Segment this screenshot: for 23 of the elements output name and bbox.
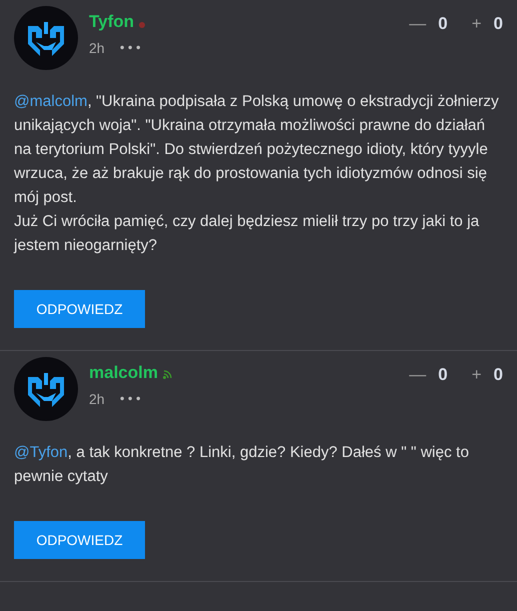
post-time: 2h xyxy=(89,40,105,56)
downvote-button[interactable]: — xyxy=(407,365,428,385)
reply-button[interactable]: ODPOWIEDZ xyxy=(14,521,145,559)
reply-button[interactable]: ODPOWIEDZ xyxy=(14,290,145,328)
upvote-count: 0 xyxy=(494,365,503,385)
downvote-button[interactable]: — xyxy=(407,14,428,34)
upvote-button[interactable]: + xyxy=(470,14,484,34)
upvote-button[interactable]: + xyxy=(470,365,484,385)
downvote-count: 0 xyxy=(438,365,448,385)
avatar-icon[interactable] xyxy=(14,357,78,421)
username[interactable]: malcolm xyxy=(89,363,158,383)
mention-link[interactable]: @Tyfon xyxy=(14,444,68,461)
avatar-icon[interactable] xyxy=(14,6,78,70)
more-options-icon[interactable]: ••• xyxy=(118,41,143,55)
post-time: 2h xyxy=(89,391,105,407)
upvote-count: 0 xyxy=(494,14,503,34)
mention-link[interactable]: @malcolm xyxy=(14,93,88,110)
post-text: @Tyfon, a tak konkretne ? Linki, gdzie? Kiedy? Dałeś w " " więc to pewnie cytaty xyxy=(14,443,470,487)
downvote-count: 0 xyxy=(438,14,448,34)
more-options-icon[interactable]: ••• xyxy=(118,392,143,406)
username[interactable]: Tyfon xyxy=(89,12,134,32)
post-text: @malcolm, "Ukraina podpisała z Polską umowę o ekstradycji żołnierzy unikających woja". "Ukraina otrzymała możliwości prawne do działań na terytorium Polski". Do stwierdzeń pożytecznego idioty, który tyyyle wrzuca, że aż brakuje rąk do prostowania tych idiotyzmów odnosi się mój post. xyxy=(14,92,500,208)
post-text: Już Ci wróciła pamięć, czy dalej będziesz mielił trzy po trzy jaki to ja jestem nieogarnięty? xyxy=(14,212,480,256)
